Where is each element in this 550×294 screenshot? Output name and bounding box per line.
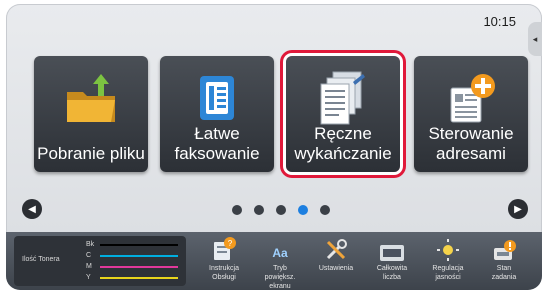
page-dot-active[interactable] [298, 205, 308, 215]
tile-label: Ręczne wykańczanie [294, 124, 392, 163]
svg-text:Aa: Aa [272, 246, 288, 260]
toner-row-y: Y [86, 273, 178, 282]
address-control-icon [414, 70, 528, 126]
toner-row-bk: Bk [86, 240, 178, 249]
manual-icon: ? [196, 234, 252, 262]
bottom-status-bar: Ilość Tonera Bk C M Y ? Instrukcja Obsłu… [6, 232, 542, 290]
enlarge-display-button[interactable]: Aa Tryb powiększ. ekranu [252, 234, 308, 290]
tool-label: Tryb powiększ. ekranu [264, 265, 296, 290]
page-dot[interactable] [254, 205, 264, 215]
fax-address-book-icon [160, 70, 274, 126]
tool-label: Ustawienia [318, 265, 354, 272]
brightness-button[interactable]: Regulacja jasności [420, 234, 476, 288]
toner-bar-y [100, 276, 178, 279]
brightness-icon [420, 234, 476, 262]
clock: 10:15 [483, 14, 516, 29]
enlarge-display-icon: Aa [252, 234, 308, 262]
tile-sterowanie-adresami[interactable]: Sterowanie adresami [414, 56, 528, 172]
document-stack-icon [286, 70, 400, 126]
job-status-button[interactable]: Stan zadania [476, 234, 532, 288]
toner-bar-m [100, 265, 178, 268]
counter-icon [364, 234, 420, 262]
page-indicator [232, 205, 330, 215]
total-count-button[interactable]: Całkowita liczba [364, 234, 420, 288]
toner-row-c: C [86, 251, 178, 260]
toner-bar-bk [100, 243, 178, 246]
toner-bar-c [100, 254, 178, 257]
toner-level-panel[interactable]: Ilość Tonera Bk C M Y [14, 236, 186, 286]
tool-label: Regulacja jasności [432, 265, 464, 281]
toner-label: Ilość Tonera [22, 256, 60, 263]
folder-download-icon [34, 70, 148, 126]
tools-icon [308, 234, 364, 262]
tool-label: Instrukcja Obsługi [209, 265, 239, 281]
tool-label: Stan zadania [491, 265, 517, 281]
operation-guide-button[interactable]: ? Instrukcja Obsługi [196, 234, 252, 288]
side-panel-tab[interactable]: ◂ [528, 22, 542, 56]
tile-pobranie-pliku[interactable]: Pobranie pliku [34, 56, 148, 172]
tile-latwe-faksowanie[interactable]: Łatwe faksowanie [160, 56, 274, 172]
tile-reczne-wykanczanie[interactable]: Ręczne wykańczanie [286, 56, 400, 172]
previous-page-button[interactable]: ◀ [22, 199, 42, 219]
tile-label: Sterowanie adresami [428, 124, 514, 163]
next-page-button[interactable]: ▶ [508, 199, 528, 219]
page-dot[interactable] [276, 205, 286, 215]
job-status-icon [476, 234, 532, 262]
settings-button[interactable]: Ustawienia [308, 234, 364, 288]
svg-text:?: ? [228, 239, 233, 248]
tool-label: Całkowita liczba [376, 265, 408, 281]
page-dot[interactable] [320, 205, 330, 215]
toner-row-m: M [86, 262, 178, 271]
tile-label: Pobranie pliku [37, 144, 145, 163]
touch-panel: 10:15 ◂ Pobranie pliku Łatwe faksowanie … [6, 4, 542, 290]
page-dot[interactable] [232, 205, 242, 215]
tile-label: Łatwe faksowanie [174, 124, 260, 163]
